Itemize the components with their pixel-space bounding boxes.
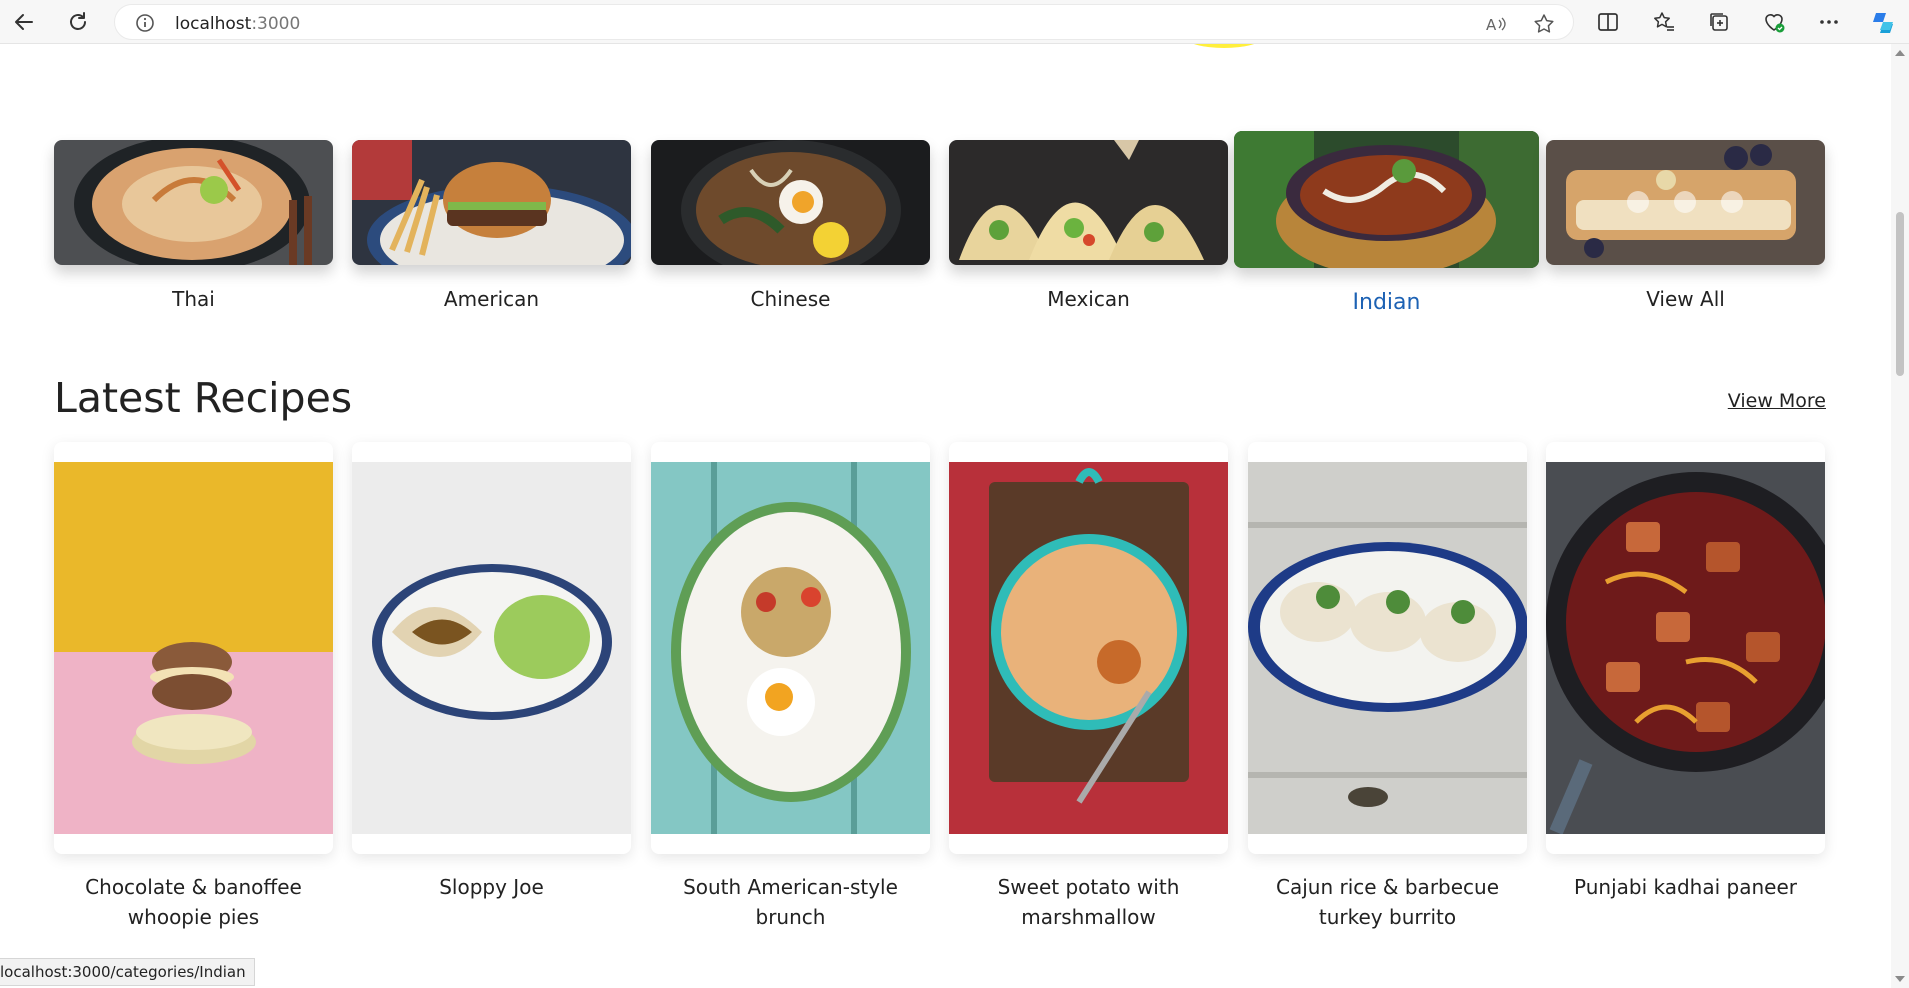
recipe-title: Chocolate & banoffee whoopie pies [54, 872, 333, 932]
recipe-image [949, 462, 1228, 834]
recipe-card-frame [1248, 442, 1527, 854]
recipe-title-line2: whoopie pies [127, 905, 260, 929]
category-card-mexican[interactable]: Mexican [949, 140, 1228, 311]
url-text[interactable]: localhost:3000 [175, 14, 300, 34]
page-viewport: Thai American Chinese Mexican Indian Vie… [0, 44, 1891, 988]
category-image [352, 140, 631, 265]
category-image [651, 140, 930, 265]
recipe-card[interactable]: Sloppy Joe [352, 442, 631, 902]
recipe-title-line1: Sloppy Joe [439, 875, 544, 899]
recipe-title-line2: brunch [755, 905, 826, 929]
reload-button[interactable] [62, 6, 94, 38]
recipe-image [1248, 462, 1527, 834]
vertical-scrollbar[interactable] [1891, 44, 1909, 988]
recipe-title: South American-style brunch [651, 872, 930, 932]
recipe-card-frame [949, 442, 1228, 854]
category-card-thai[interactable]: Thai [54, 140, 333, 311]
svg-text:A: A [1486, 16, 1497, 34]
url-host: localhost [175, 14, 252, 34]
scroll-thumb[interactable] [1896, 212, 1904, 376]
category-card-american[interactable]: American [352, 140, 631, 311]
arrow-left-icon [15, 14, 33, 30]
recipe-image [1546, 462, 1825, 834]
url-port: :3000 [251, 14, 301, 34]
section-title: Latest Recipes [54, 374, 353, 422]
category-image [1234, 131, 1539, 268]
category-image [1546, 140, 1825, 265]
browser-essentials-icon[interactable] [1762, 10, 1786, 34]
browser-toolbar: localhost:3000 A [0, 0, 1909, 44]
recipe-title-line1: Chocolate & banoffee [85, 875, 302, 899]
decorative-shape [1185, 44, 1263, 48]
more-menu-icon[interactable] [1817, 10, 1841, 34]
status-bar-url: localhost:3000/categories/Indian [0, 958, 255, 986]
recipe-card-frame [352, 442, 631, 854]
recipe-card[interactable]: South American-style brunch [651, 442, 930, 932]
category-label: Thai [172, 287, 215, 311]
copilot-icon[interactable] [1870, 10, 1894, 34]
recipe-card[interactable]: Chocolate & banoffee whoopie pies [54, 442, 333, 932]
category-card-chinese[interactable]: Chinese [651, 140, 930, 311]
recipe-image [651, 462, 930, 834]
recipe-card[interactable]: Punjabi kadhai paneer [1546, 442, 1825, 902]
read-aloud-icon[interactable]: A [1485, 13, 1507, 35]
category-label: Chinese [750, 287, 831, 311]
recipe-title-line2: turkey burrito [1318, 905, 1457, 929]
category-card-indian[interactable]: Indian [1234, 131, 1539, 315]
recipe-title-line1: South American-style [683, 875, 898, 899]
view-more-link[interactable]: View More [1728, 390, 1826, 412]
recipe-image [54, 462, 333, 834]
address-bar[interactable]: localhost:3000 A [114, 4, 1574, 40]
recipe-title: Punjabi kadhai paneer [1546, 872, 1825, 902]
recipe-title: Sweet potato with marshmallow [949, 872, 1228, 932]
recipe-title-line1: Sweet potato with [997, 875, 1180, 899]
category-label: Indian [1352, 290, 1421, 315]
reload-icon [70, 12, 86, 30]
split-screen-icon[interactable] [1596, 10, 1620, 34]
recipe-card[interactable]: Cajun rice & barbecue turkey burrito [1248, 442, 1527, 932]
scroll-up-icon[interactable] [1895, 50, 1905, 56]
recipe-card-frame [1546, 442, 1825, 854]
back-button[interactable] [8, 6, 40, 38]
favorite-star-icon[interactable] [1533, 13, 1555, 35]
info-icon[interactable] [135, 13, 155, 33]
recipe-title: Cajun rice & barbecue turkey burrito [1248, 872, 1527, 932]
category-card-view-all[interactable]: View All [1546, 140, 1825, 311]
favorites-icon[interactable] [1652, 10, 1676, 34]
recipe-card-frame [54, 442, 333, 854]
category-label: Mexican [1047, 287, 1130, 311]
collections-icon[interactable] [1707, 10, 1731, 34]
recipe-image [352, 462, 631, 834]
recipe-card-frame [651, 442, 930, 854]
recipe-title: Sloppy Joe [352, 872, 631, 902]
recipe-title-line2: marshmallow [1021, 905, 1156, 929]
recipe-title-line1: Punjabi kadhai paneer [1574, 875, 1797, 899]
recipe-title-line1: Cajun rice & barbecue [1275, 875, 1500, 899]
category-label: View All [1646, 287, 1725, 311]
category-label: American [443, 287, 540, 311]
category-image [54, 140, 333, 265]
category-image [949, 140, 1228, 265]
scroll-down-icon[interactable] [1895, 976, 1905, 982]
recipe-card[interactable]: Sweet potato with marshmallow [949, 442, 1228, 932]
